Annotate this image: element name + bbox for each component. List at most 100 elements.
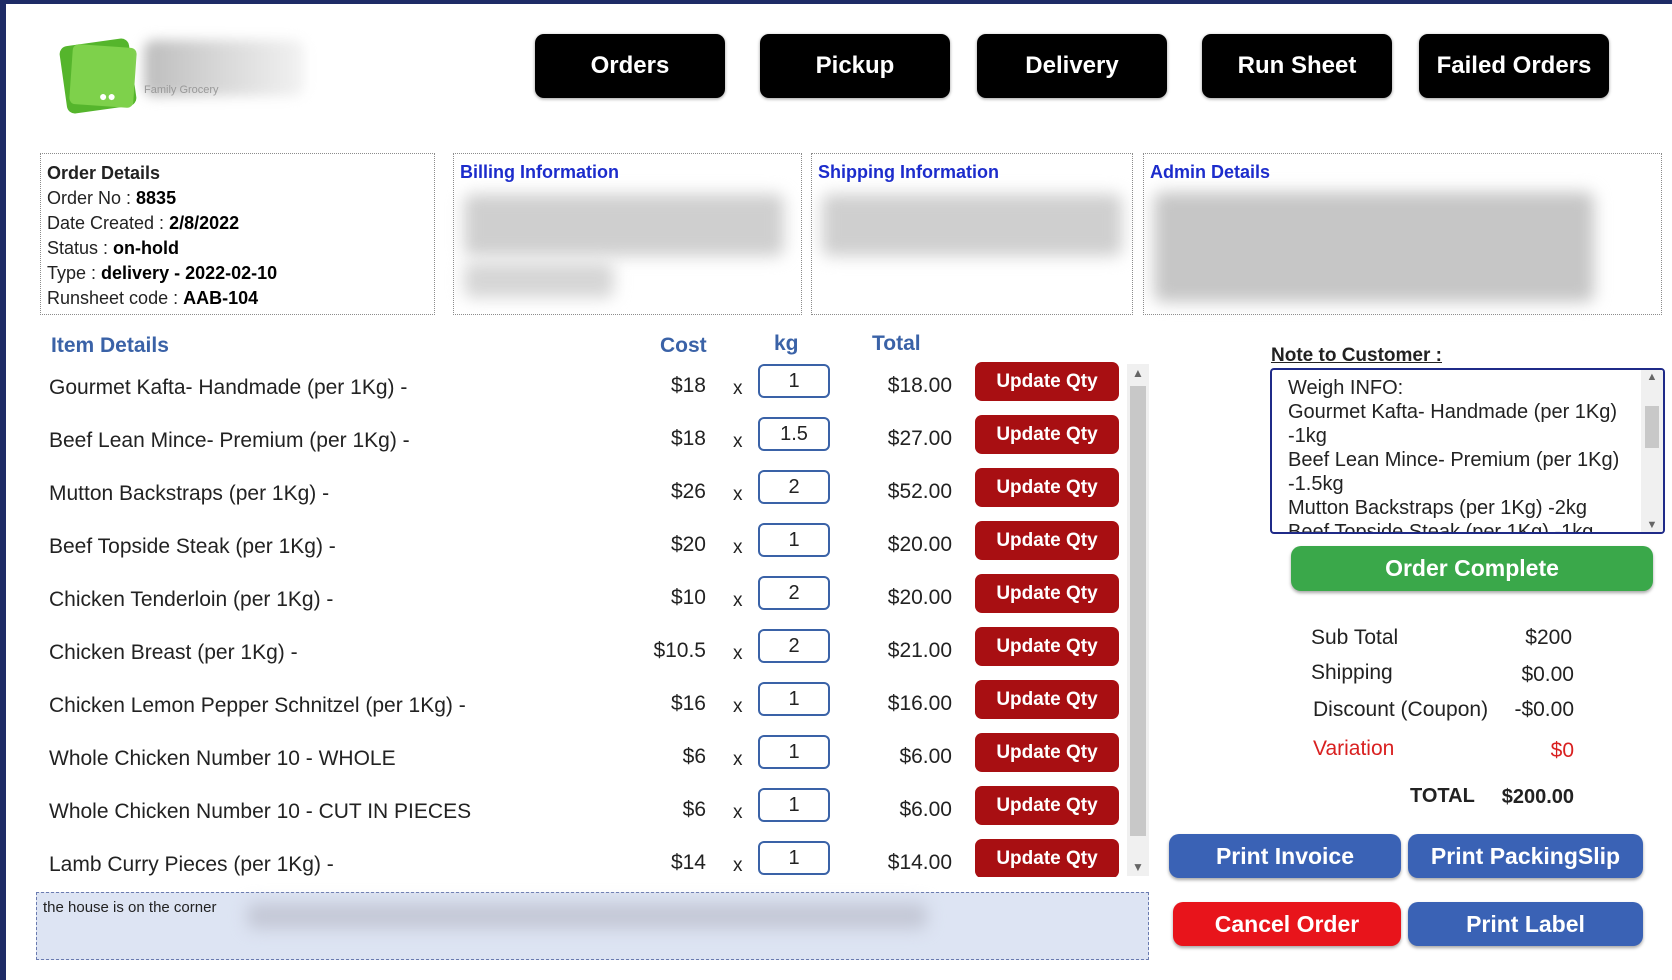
item-name: Lamb Curry Pieces (per 1Kg) - (49, 853, 334, 876)
date-created-value: 2/8/2022 (169, 213, 240, 233)
update-qty-button[interactable]: Update Qty (975, 468, 1119, 507)
order-no-label: Order No : (47, 188, 137, 208)
type-label: Type : (47, 263, 102, 283)
order-complete-button[interactable]: Order Complete (1291, 546, 1653, 591)
scroll-up-icon[interactable]: ▲ (1127, 366, 1149, 380)
item-kg-input[interactable] (758, 576, 830, 610)
billing-panel: Billing Information (453, 153, 802, 315)
nav-orders-button[interactable]: Orders (535, 34, 725, 98)
item-row: Beef Lean Mince- Premium (per 1Kg) - $18 x… (36, 412, 1146, 465)
note-scroll-thumb[interactable] (1645, 406, 1659, 448)
note-scroll-down-icon[interactable]: ▼ (1641, 519, 1663, 531)
store-logo[interactable]: ●● (58, 36, 141, 115)
item-kg-input[interactable] (758, 629, 830, 663)
print-label-button[interactable]: Print Label (1408, 902, 1643, 946)
item-kg-input[interactable] (758, 682, 830, 716)
admin-panel: Admin Details (1143, 153, 1662, 315)
billing-redacted-2 (464, 262, 614, 298)
customer-note-box: the house is on the corner (36, 892, 1149, 960)
update-qty-button[interactable]: Update Qty (975, 415, 1119, 454)
item-cost: $26 (670, 480, 706, 503)
update-qty-button[interactable]: Update Qty (975, 627, 1119, 666)
print-packingslip-button[interactable]: Print PackingSlip (1408, 834, 1643, 878)
item-name: Gourmet Kafta- Handmade (per 1Kg) - (49, 376, 408, 399)
print-invoice-button[interactable]: Print Invoice (1169, 834, 1401, 878)
admin-redacted (1154, 192, 1594, 302)
item-name: Mutton Backstraps (per 1Kg) - (49, 482, 330, 505)
scroll-down-icon[interactable]: ▼ (1127, 860, 1149, 874)
runsheet-label: Runsheet code : (47, 288, 184, 308)
note-to-customer-textarea[interactable]: Weigh INFO: Gourmet Kafta- Handmade (per… (1270, 368, 1665, 534)
variation-label: Variation (1313, 737, 1395, 760)
note-scrollbar[interactable]: ▲ ▼ (1641, 370, 1663, 532)
item-kg-input[interactable] (758, 470, 830, 504)
item-cost: $6 (682, 745, 706, 768)
item-row: Beef Topside Steak (per 1Kg) - $20 x $20.00… (36, 518, 1146, 571)
order-details-panel: Order Details Order No : 8835 Date Creat… (40, 153, 435, 315)
multiply-sign: x (733, 855, 743, 876)
item-name: Beef Topside Steak (per 1Kg) - (49, 535, 336, 558)
status-line: Status : on-hold (47, 236, 277, 261)
item-row: Whole Chicken Number 10 - WHOLE $6 x $6.00 U… (36, 730, 1146, 783)
items-list[interactable]: Gourmet Kafta- Handmade (per 1Kg) - $18 x $… (36, 359, 1146, 877)
variation-value: $0 (1550, 739, 1574, 762)
multiply-sign: x (733, 484, 743, 505)
multiply-sign: x (733, 749, 743, 770)
item-row: Chicken Breast (per 1Kg) - $10.5 x $21.00 Up… (36, 624, 1146, 677)
item-kg-input[interactable] (758, 523, 830, 557)
item-kg-input[interactable] (758, 735, 830, 769)
item-name: Beef Lean Mince- Premium (per 1Kg) - (49, 429, 410, 452)
item-total: $52.00 (887, 480, 952, 503)
item-name: Chicken Breast (per 1Kg) - (49, 641, 298, 664)
item-kg-input[interactable] (758, 841, 830, 875)
multiply-sign: x (733, 802, 743, 823)
shipping-redacted (822, 194, 1122, 256)
nav-run-sheet-button[interactable]: Run Sheet (1202, 34, 1392, 98)
admin-title: Admin Details (1150, 162, 1271, 182)
item-name: Chicken Tenderloin (per 1Kg) - (49, 588, 334, 611)
item-total: $14.00 (887, 851, 952, 874)
nav-failed-orders-button[interactable]: Failed Orders (1419, 34, 1609, 98)
update-qty-button[interactable]: Update Qty (975, 680, 1119, 719)
status-label: Status : (47, 238, 114, 258)
kg-header: kg (774, 332, 799, 355)
order-no-line: Order No : 8835 (47, 186, 277, 211)
discount-value: -$0.00 (1514, 698, 1574, 721)
order-no-value: 8835 (136, 188, 177, 208)
note-to-customer-text: Weigh INFO: Gourmet Kafta- Handmade (per… (1288, 377, 1620, 534)
item-name: Whole Chicken Number 10 - CUT IN PIECES (49, 800, 472, 823)
update-qty-button[interactable]: Update Qty (975, 733, 1119, 772)
note-scroll-up-icon[interactable]: ▲ (1641, 371, 1663, 383)
item-row: Chicken Lemon Pepper Schnitzel (per 1Kg)… (36, 677, 1146, 730)
item-total: $16.00 (887, 692, 952, 715)
scroll-thumb[interactable] (1130, 386, 1146, 836)
item-cost: $16 (670, 692, 706, 715)
items-scrollbar[interactable]: ▲ ▼ (1127, 364, 1149, 876)
cost-header: Cost (660, 334, 707, 357)
sub-total-label: Sub Total (1311, 626, 1399, 649)
update-qty-button[interactable]: Update Qty (975, 362, 1119, 401)
update-qty-button[interactable]: Update Qty (975, 521, 1119, 560)
item-total: $18.00 (887, 374, 952, 397)
item-kg-input[interactable] (758, 364, 830, 398)
item-row: Lamb Curry Pieces (per 1Kg) - $14 x $14.00 U… (36, 836, 1146, 877)
shipping-title: Shipping Information (818, 162, 999, 182)
app-window: ●● Family Grocery Orders Pickup Delivery… (6, 4, 1672, 980)
item-cost: $10.5 (653, 639, 706, 662)
item-row: Gourmet Kafta- Handmade (per 1Kg) - $18 x $… (36, 359, 1146, 412)
item-name: Chicken Lemon Pepper Schnitzel (per 1Kg)… (49, 694, 466, 717)
item-row: Whole Chicken Number 10 - CUT IN PIECES $… (36, 783, 1146, 836)
shipping-label: Shipping (1311, 661, 1393, 684)
nav-pickup-button[interactable]: Pickup (760, 34, 950, 98)
nav-delivery-button[interactable]: Delivery (977, 34, 1167, 98)
update-qty-button[interactable]: Update Qty (975, 839, 1119, 877)
item-kg-input[interactable] (758, 417, 830, 451)
cancel-order-button[interactable]: Cancel Order (1173, 902, 1401, 946)
shipping-panel: Shipping Information (811, 153, 1133, 315)
update-qty-button[interactable]: Update Qty (975, 574, 1119, 613)
item-total: $20.00 (887, 533, 952, 556)
item-kg-input[interactable] (758, 788, 830, 822)
note-to-customer-label: Note to Customer : (1271, 345, 1442, 366)
update-qty-button[interactable]: Update Qty (975, 786, 1119, 825)
billing-redacted (464, 194, 784, 256)
